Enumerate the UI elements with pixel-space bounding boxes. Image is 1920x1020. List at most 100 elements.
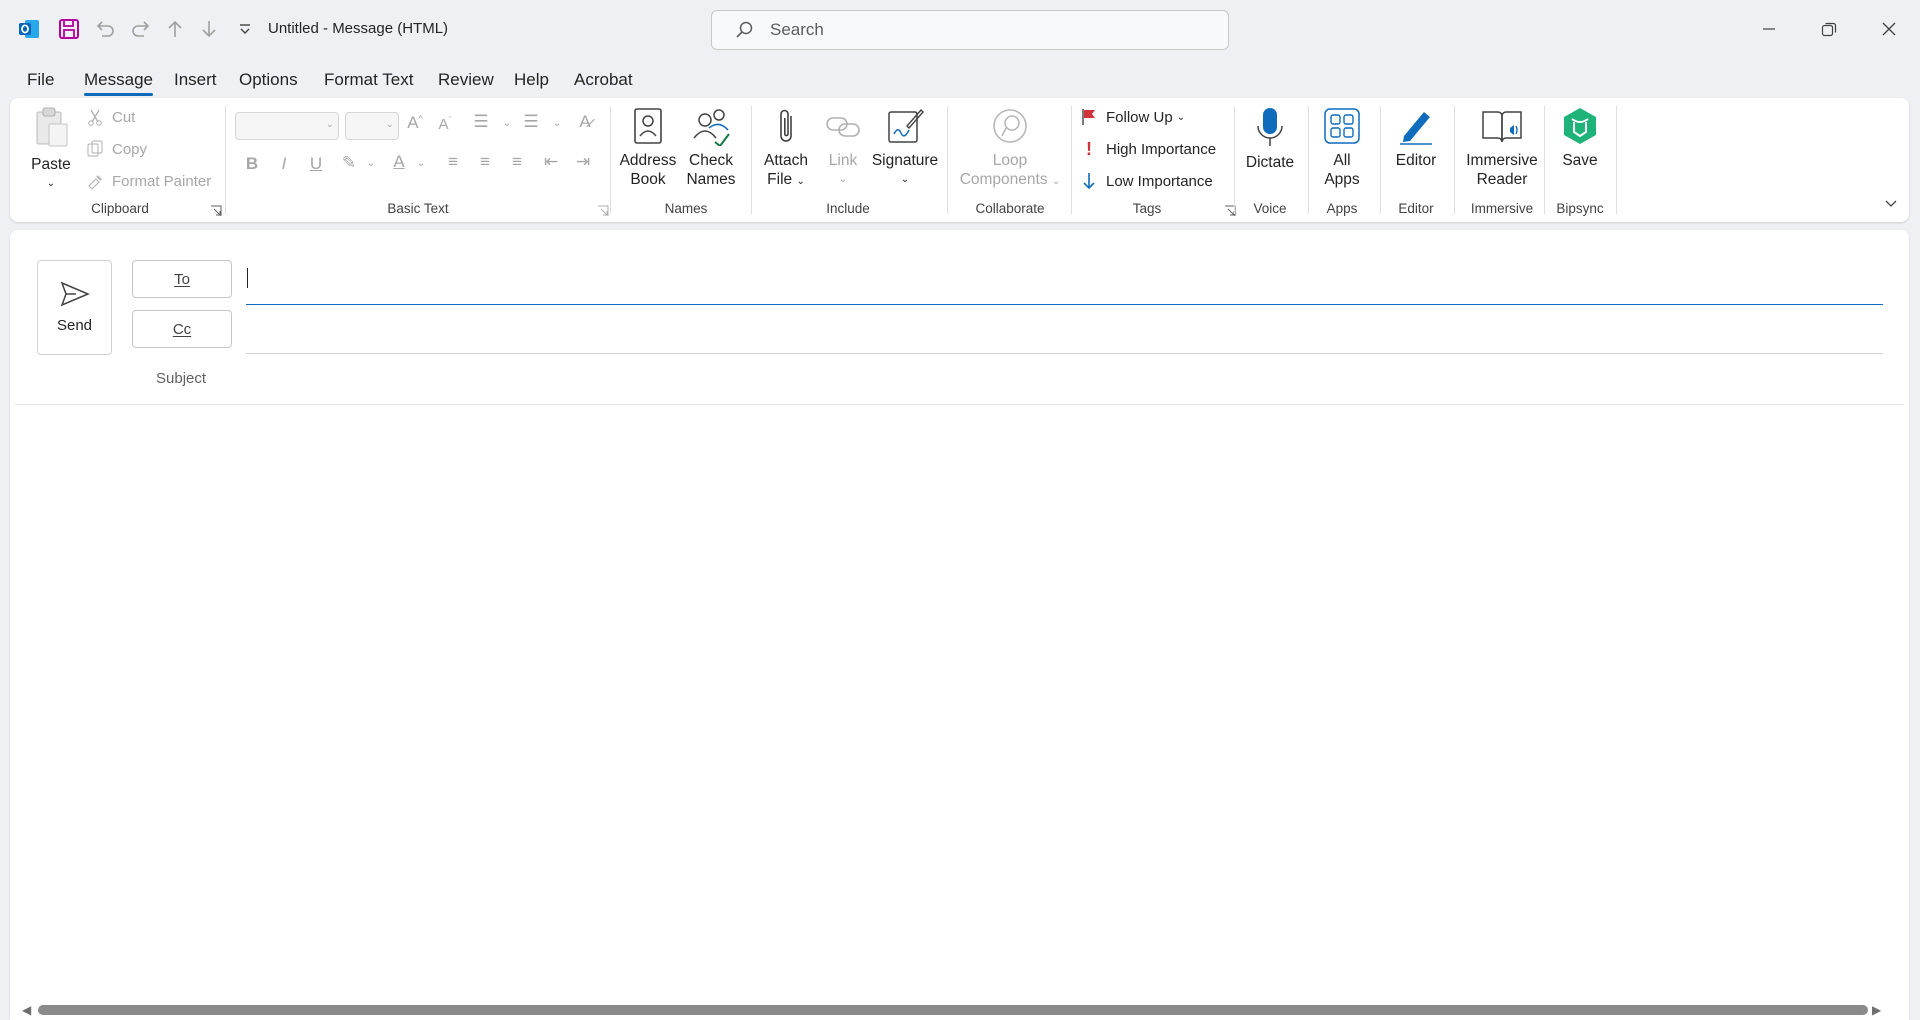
send-icon (60, 281, 90, 307)
high-importance-button[interactable]: ! High Importance (1078, 138, 1216, 160)
cc-label: Cc (172, 320, 192, 338)
search-box[interactable]: Search (711, 10, 1229, 50)
chevron-down-icon: ⌄ (325, 119, 334, 130)
scroll-left-icon[interactable]: ◀ (22, 1003, 31, 1017)
separator (947, 106, 948, 214)
separator (1308, 106, 1309, 214)
attach-label-2: File (767, 171, 793, 188)
tab-message[interactable]: Message (84, 70, 153, 96)
align-left-icon[interactable]: ≡ (442, 152, 464, 172)
next-item-icon[interactable] (196, 16, 222, 42)
send-button[interactable]: Send (37, 260, 112, 355)
tab-format-text[interactable]: Format Text (324, 70, 413, 90)
all-apps-label-2: Apps (1324, 171, 1360, 188)
compose-pane: Send To Cc Subject (10, 230, 1909, 1020)
cc-field[interactable] (246, 310, 1883, 344)
paintbrush-icon (84, 170, 106, 192)
align-center-icon[interactable]: ≡ (474, 152, 496, 172)
highlight-icon[interactable]: ✎ (338, 153, 360, 173)
redo-icon[interactable] (128, 16, 154, 42)
all-apps-button[interactable]: All Apps (1314, 106, 1370, 189)
chevron-down-icon[interactable]: ⌄ (360, 158, 382, 169)
immersive-reader-button[interactable]: Immersive Reader (1460, 106, 1544, 189)
address-book-label-2: Book (630, 171, 666, 188)
copy-button[interactable]: Copy (84, 138, 147, 160)
save-icon[interactable] (56, 16, 82, 42)
paste-button[interactable]: Paste ⌄ (28, 106, 74, 193)
undo-icon[interactable] (92, 16, 118, 42)
tab-help[interactable]: Help (514, 70, 549, 90)
high-importance-label: High Importance (1106, 140, 1217, 158)
scrollbar-thumb[interactable] (38, 1005, 1868, 1015)
tab-options[interactable]: Options (239, 70, 298, 90)
bullets-icon[interactable]: ☰ (470, 112, 492, 132)
clear-formatting-icon[interactable]: A̷ (574, 112, 596, 132)
dictate-button[interactable]: Dictate (1240, 106, 1300, 172)
editor-button[interactable]: Editor (1386, 106, 1446, 170)
all-apps-label-1: All (1333, 152, 1351, 169)
link-button[interactable]: Link ⌄ (818, 106, 868, 189)
underline-icon[interactable]: U (305, 154, 327, 174)
tab-file[interactable]: File (27, 70, 54, 90)
restore-button[interactable] (1806, 14, 1852, 44)
font-color-icon[interactable]: A (388, 152, 410, 172)
previous-item-icon[interactable] (162, 16, 188, 42)
subject-field[interactable] (246, 360, 1883, 394)
clipboard-dialog-launcher-icon[interactable] (210, 205, 222, 217)
chevron-down-icon[interactable]: ⌄ (410, 158, 432, 169)
paperclip-icon (780, 109, 792, 142)
signature-button[interactable]: Signature ⌄ (870, 106, 940, 189)
group-label-immersive: Immersive (1470, 201, 1534, 216)
to-field-underline (246, 304, 1883, 305)
attach-label-1: Attach (764, 152, 808, 169)
close-button[interactable] (1866, 14, 1912, 44)
message-body[interactable] (15, 406, 1904, 996)
collapse-ribbon-icon[interactable] (1884, 198, 1898, 208)
font-size-combo[interactable]: ⌄ (345, 112, 399, 140)
check-names-button[interactable]: Check Names (683, 106, 739, 189)
bipsync-save-button[interactable]: Save (1550, 106, 1610, 170)
increase-indent-icon[interactable]: ⇥ (572, 152, 594, 172)
format-painter-button[interactable]: Format Painter (84, 170, 211, 192)
link-icon (826, 117, 860, 137)
basic-text-dialog-launcher-icon[interactable] (597, 205, 609, 217)
address-book-button[interactable]: Address Book (618, 106, 678, 189)
grid-apps-icon (1324, 108, 1360, 144)
scissors-icon (84, 106, 106, 128)
grow-font-icon[interactable]: A^ (404, 113, 426, 133)
send-label: Send (56, 317, 93, 334)
align-right-icon[interactable]: ≡ (506, 152, 528, 172)
tab-review[interactable]: Review (438, 70, 494, 90)
follow-up-button[interactable]: Follow Up ⌄ (1078, 106, 1185, 128)
separator (225, 106, 226, 214)
cc-button[interactable]: Cc (132, 310, 232, 348)
attach-file-button[interactable]: Attach File ⌄ (756, 106, 816, 191)
minimize-button[interactable] (1746, 14, 1792, 44)
tab-insert[interactable]: Insert (174, 70, 217, 90)
to-field[interactable] (246, 260, 1883, 294)
chevron-down-icon: ⌄ (838, 174, 848, 185)
paste-label: Paste (31, 156, 71, 173)
chevron-down-icon: ⌄ (900, 174, 910, 185)
italic-icon[interactable]: I (273, 154, 295, 174)
chevron-down-icon: ⌄ (385, 119, 394, 130)
low-importance-button[interactable]: Low Importance (1078, 170, 1213, 192)
separator (1454, 106, 1455, 214)
group-label-names: Names (664, 201, 708, 216)
horizontal-scrollbar[interactable]: ◀ ▶ (10, 1000, 1909, 1020)
loop-components-button[interactable]: Loop Components ⌄ (955, 106, 1065, 191)
decrease-indent-icon[interactable]: ⇤ (540, 152, 562, 172)
bold-icon[interactable]: B (241, 154, 263, 174)
cut-button[interactable]: Cut (84, 106, 135, 128)
ribbon-tabs: File Message Insert Options Format Text … (0, 64, 1920, 96)
scroll-right-icon[interactable]: ▶ (1872, 1003, 1881, 1017)
tab-acrobat[interactable]: Acrobat (574, 70, 633, 90)
chevron-down-icon[interactable]: ⌄ (496, 118, 518, 129)
font-name-combo[interactable]: ⌄ (235, 112, 339, 140)
numbering-icon[interactable]: ☰ (520, 112, 542, 132)
customize-toolbar-icon[interactable] (232, 16, 258, 42)
bipsync-save-label: Save (1562, 152, 1598, 169)
chevron-down-icon[interactable]: ⌄ (546, 118, 568, 129)
to-button[interactable]: To (132, 260, 232, 298)
shrink-font-icon[interactable]: Aˇ (434, 115, 456, 133)
